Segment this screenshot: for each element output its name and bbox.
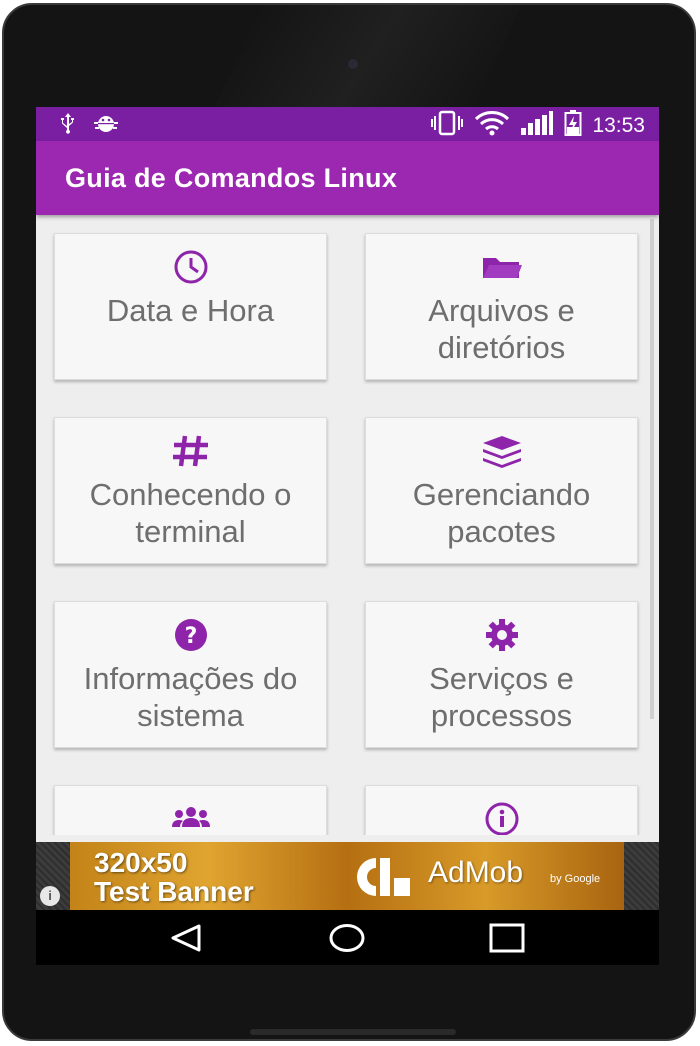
- signal-icon: [520, 110, 554, 141]
- scrollbar[interactable]: [650, 219, 654, 719]
- ad-size-label: 320x50: [94, 847, 188, 878]
- menu-card-label: Serviços e processos: [429, 661, 574, 733]
- clock-icon: [55, 250, 326, 284]
- vibrate-icon: [430, 110, 464, 141]
- menu-card-label: Informações do sistema: [83, 661, 298, 733]
- menu-card-label: Data e Hora: [106, 293, 275, 328]
- home-icon[interactable]: [327, 922, 367, 954]
- ad-by-google: by Google: [550, 873, 601, 885]
- status-clock: 13:53: [592, 113, 645, 137]
- users-icon: [55, 802, 326, 835]
- ad-title: Test Banner: [94, 876, 254, 907]
- navigation-bar: [36, 910, 659, 965]
- app-title: Guia de Comandos Linux: [65, 163, 398, 193]
- menu-card-label: Conhecendo o terminal: [89, 477, 292, 549]
- svg-text:?: ?: [184, 624, 197, 649]
- menu-card-gerenciando-pacotes[interactable]: Gerenciando pacotes: [365, 417, 638, 564]
- app-bar: Guia de Comandos Linux: [36, 141, 659, 215]
- ad-info-icon[interactable]: i: [40, 886, 60, 906]
- menu-card-usuarios[interactable]: [54, 785, 327, 835]
- menu-card-data-e-hora[interactable]: Data e Hora: [54, 233, 327, 380]
- ad-banner[interactable]: 320x50 Test Banner AdMob by Google i: [36, 842, 659, 910]
- folder-icon: [366, 250, 637, 284]
- question-icon: ?: [55, 618, 326, 652]
- menu-card-conhecendo-o-terminal[interactable]: Conhecendo o terminal: [54, 417, 327, 564]
- status-bar: 13:53: [36, 107, 659, 141]
- menu-card-label: Arquivos e diretórios: [428, 293, 575, 365]
- menu-card-sobre[interactable]: [365, 785, 638, 835]
- back-icon[interactable]: [166, 922, 206, 954]
- admob-logo-icon: [357, 858, 410, 896]
- bottom-bezel-detail: [250, 1029, 456, 1035]
- layers-icon: [366, 434, 637, 468]
- wifi-icon: [474, 110, 510, 141]
- android-debug-icon: [92, 111, 120, 141]
- recents-icon[interactable]: [487, 922, 527, 954]
- menu-card-informacoes-do-sistema[interactable]: ? Informações do sistema: [54, 601, 327, 748]
- menu-card-label: Gerenciando pacotes: [412, 477, 591, 549]
- info-icon: [366, 802, 637, 835]
- hashtag-icon: [55, 434, 326, 468]
- gear-icon: [366, 618, 637, 652]
- front-camera: [348, 59, 358, 69]
- ad-brand: AdMob: [428, 856, 524, 889]
- battery-charging-icon: [564, 110, 582, 141]
- ad-text: 320x50 Test Banner: [94, 848, 254, 906]
- ad-image[interactable]: 320x50 Test Banner AdMob by Google: [70, 842, 624, 910]
- menu-grid: Data e Hora Arquivos e diretórios Conhec…: [36, 215, 659, 835]
- usb-icon: [58, 111, 78, 141]
- device-screen: 13:53 Guia de Comandos Linux Data e Hora…: [36, 107, 659, 965]
- menu-card-arquivos-e-diretorios[interactable]: Arquivos e diretórios: [365, 233, 638, 380]
- menu-card-servicos-e-processos[interactable]: Serviços e processos: [365, 601, 638, 748]
